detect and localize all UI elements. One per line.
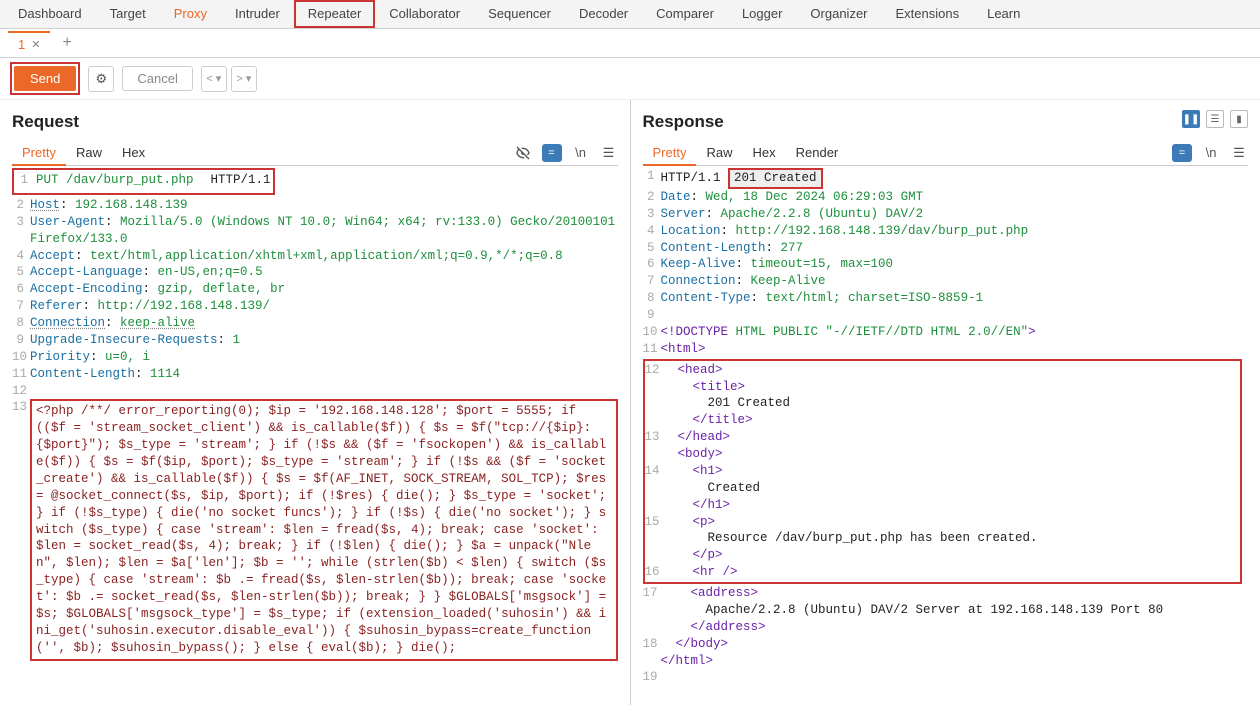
nav-organizer[interactable]: Organizer [796, 0, 881, 28]
nav-collaborator[interactable]: Collaborator [375, 0, 474, 28]
main-nav: DashboardTargetProxyIntruderRepeaterColl… [0, 0, 1260, 29]
forward-button[interactable]: > ▾ [231, 66, 257, 92]
nav-extensions[interactable]: Extensions [882, 0, 974, 28]
gear-icon[interactable]: ⚙ [88, 66, 114, 92]
nav-comparer[interactable]: Comparer [642, 0, 728, 28]
newline-icon[interactable]: \n [1202, 144, 1220, 162]
nav-repeater[interactable]: Repeater [294, 0, 375, 28]
equals-icon[interactable]: = [1172, 144, 1192, 162]
send-button[interactable]: Send [14, 66, 76, 91]
layout-controls: ❚❚ ☰ ▮ [1182, 110, 1248, 128]
nav-logger[interactable]: Logger [728, 0, 796, 28]
request-title: Request [12, 112, 618, 132]
subtab-pretty[interactable]: Pretty [643, 141, 697, 166]
add-tab-button[interactable]: + [54, 34, 79, 52]
close-icon[interactable]: ✕ [31, 38, 40, 51]
response-subtabs: PrettyRawHexRender = \n ☰ [643, 140, 1249, 166]
nav-decoder[interactable]: Decoder [565, 0, 642, 28]
nav-target[interactable]: Target [96, 0, 160, 28]
cancel-button[interactable]: Cancel [122, 66, 192, 91]
response-viewer[interactable]: 1HTTP/1.1 201 Created2Date: Wed, 18 Dec … [643, 168, 1249, 705]
nav-intruder[interactable]: Intruder [221, 0, 294, 28]
pause-icon[interactable]: ❚❚ [1182, 110, 1200, 128]
send-highlight-box: Send [10, 62, 80, 95]
menu-icon[interactable]: ☰ [1230, 144, 1248, 162]
tab-strip: 1 ✕ + [0, 29, 1260, 58]
request-pane: Request PrettyRawHex = \n ☰ 1PUT /dav/bu… [0, 100, 631, 705]
layout-horizontal-icon[interactable]: ☰ [1206, 110, 1224, 128]
tab-label: 1 [18, 37, 25, 52]
back-button[interactable]: < ▾ [201, 66, 227, 92]
nav-proxy[interactable]: Proxy [160, 0, 221, 28]
response-title: Response [643, 112, 1249, 132]
equals-icon[interactable]: = [542, 144, 562, 162]
subtab-raw[interactable]: Raw [66, 141, 112, 164]
newline-icon[interactable]: \n [572, 144, 590, 162]
subtab-hex[interactable]: Hex [742, 141, 785, 164]
request-editor[interactable]: 1PUT /dav/burp_put.php HTTP/1.12Host: 19… [12, 168, 618, 705]
subtab-hex[interactable]: Hex [112, 141, 155, 164]
history-nav: < ▾ > ▾ [201, 66, 257, 92]
nav-learn[interactable]: Learn [973, 0, 1034, 28]
nav-sequencer[interactable]: Sequencer [474, 0, 565, 28]
response-pane: Response PrettyRawHexRender = \n ☰ 1HTTP… [631, 100, 1260, 705]
request-subtabs: PrettyRawHex = \n ☰ [12, 140, 618, 166]
tab-1[interactable]: 1 ✕ [8, 31, 50, 56]
menu-icon[interactable]: ☰ [600, 144, 618, 162]
layout-vertical-icon[interactable]: ▮ [1230, 110, 1248, 128]
action-bar: Send ⚙ Cancel < ▾ > ▾ [0, 58, 1260, 100]
subtab-raw[interactable]: Raw [696, 141, 742, 164]
eye-off-icon[interactable] [514, 144, 532, 162]
subtab-pretty[interactable]: Pretty [12, 141, 66, 166]
nav-dashboard[interactable]: Dashboard [4, 0, 96, 28]
subtab-render[interactable]: Render [786, 141, 849, 164]
